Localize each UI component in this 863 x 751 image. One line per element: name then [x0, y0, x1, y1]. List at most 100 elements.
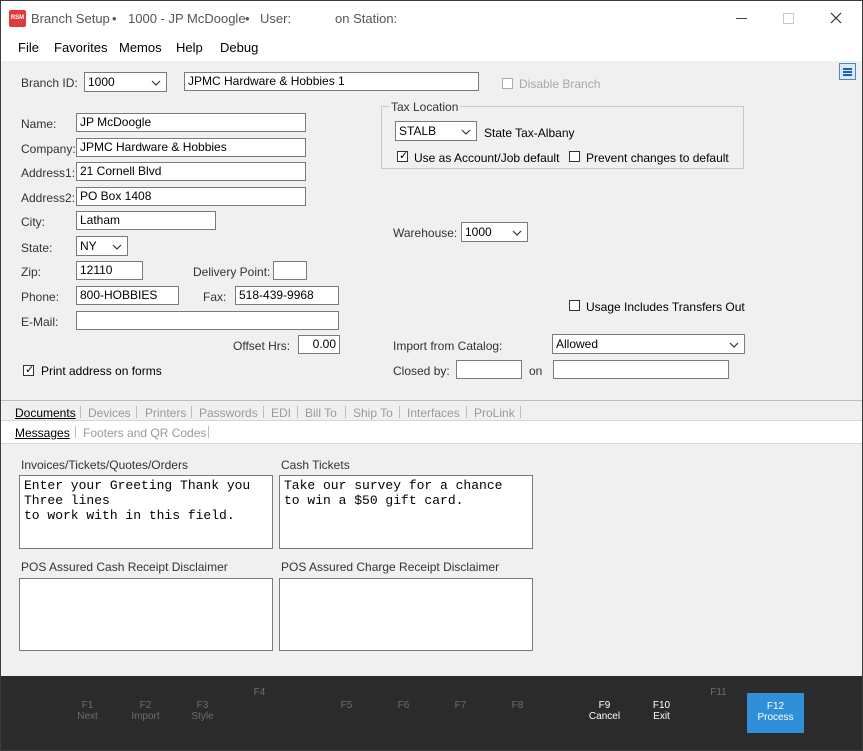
tab-prolink[interactable]: ProLink [474, 406, 515, 420]
tab-messages[interactable]: Messages [15, 426, 70, 440]
f12-process-button[interactable]: F12 Process [747, 693, 804, 733]
f6-button[interactable]: F6 [375, 694, 432, 736]
close-button[interactable] [821, 7, 851, 29]
warehouse-select[interactable]: 1000 [461, 222, 528, 242]
tab-documents[interactable]: Documents [15, 406, 76, 420]
on-label: on [529, 364, 543, 378]
fkey-label: Style [191, 711, 214, 722]
branch-setup-window: RSM Branch Setup • 1000 - JP McDoogle • … [0, 0, 863, 751]
cash-tickets-label: Cash Tickets [281, 458, 350, 472]
company-field[interactable]: JPMC Hardware & Hobbies [76, 138, 306, 157]
tab-edi[interactable]: EDI [271, 406, 291, 420]
branch-name-field[interactable]: JPMC Hardware & Hobbies 1 [184, 72, 479, 91]
cash-receipt-disclaimer-field[interactable] [19, 578, 273, 651]
tab-divider [136, 406, 137, 418]
name-field[interactable]: JP McDoogle [76, 113, 306, 132]
import-catalog-select[interactable]: Allowed [552, 334, 745, 354]
fkey-label: Exit [653, 711, 670, 722]
close-icon [830, 12, 842, 24]
city-field[interactable]: Latham [76, 211, 216, 230]
tax-location-value: STALB [399, 124, 437, 138]
usage-transfers-checkbox[interactable] [569, 300, 580, 311]
fkey-code: F2 [139, 700, 152, 711]
email-field[interactable] [76, 311, 339, 330]
disable-branch-label: Disable Branch [519, 77, 601, 91]
address1-field[interactable]: 21 Cornell Blvd [76, 162, 306, 181]
f2-import-button[interactable]: F2 Import [117, 694, 174, 736]
charge-receipt-disclaimer-field[interactable] [279, 578, 533, 651]
invoices-message-label: Invoices/Tickets/Quotes/Orders [21, 458, 188, 472]
f10-exit-button[interactable]: F10 Exit [633, 694, 690, 736]
fax-label: Fax: [203, 290, 227, 304]
window-title: Branch Setup [31, 11, 110, 26]
f5-button[interactable]: F5 [318, 694, 375, 736]
fkey-label: Import [131, 711, 160, 722]
invoices-message-field[interactable]: Enter your Greeting Thank you Three line… [19, 475, 273, 549]
delivery-point-field[interactable] [273, 261, 307, 280]
title-separator: • [112, 11, 117, 26]
address2-label: Address2: [21, 191, 76, 205]
checkmark-icon: ✓ [399, 150, 409, 162]
maximize-button[interactable] [773, 7, 803, 29]
cash-tickets-field[interactable]: Take our survey for a chance to win a $5… [279, 475, 533, 549]
f4-button[interactable]: F4 [231, 681, 288, 723]
menu-debug[interactable]: Debug [220, 40, 258, 55]
tab-footers-qr[interactable]: Footers and QR Codes [83, 426, 206, 440]
f1-next-button[interactable]: F1 Next [59, 694, 116, 736]
tab-ship-to[interactable]: Ship To [353, 406, 393, 420]
closed-by-field[interactable] [456, 360, 522, 379]
f9-cancel-button[interactable]: F9 Cancel [576, 694, 633, 736]
tax-location-label: Tax Location [389, 100, 461, 114]
state-select[interactable]: NY [76, 236, 128, 256]
phone-field[interactable]: 800-HOBBIES [76, 286, 179, 305]
prevent-changes-label: Prevent changes to default [586, 151, 729, 165]
offset-hrs-field[interactable]: 0.00 [298, 335, 340, 354]
state-value: NY [80, 239, 97, 253]
menu-help[interactable]: Help [176, 40, 203, 55]
f3-style-button[interactable]: F3 Style [174, 694, 231, 736]
zip-label: Zip: [21, 265, 42, 279]
minimize-icon [736, 18, 747, 19]
delivery-point-label: Delivery Point: [193, 265, 271, 279]
f7-button[interactable]: F7 [432, 694, 489, 736]
address1-label: Address1: [21, 166, 76, 180]
email-label: E-Mail: [21, 315, 59, 329]
app-logo-icon: RSM [9, 10, 26, 27]
f11-button[interactable]: F11 [690, 681, 747, 723]
tax-location-select[interactable]: STALB [395, 121, 477, 141]
address2-field[interactable]: PO Box 1408 [76, 187, 306, 206]
fax-field[interactable]: 518-439-9968 [235, 286, 339, 305]
print-address-checkbox[interactable]: ✓ [23, 364, 35, 376]
zip-field[interactable]: 12110 [76, 261, 143, 280]
use-default-checkbox[interactable]: ✓ [397, 150, 409, 162]
f8-button[interactable]: F8 [489, 694, 546, 736]
menu-memos[interactable]: Memos [119, 40, 162, 55]
tab-divider [297, 406, 298, 418]
fkey-code: F10 [652, 700, 671, 711]
tax-description: State Tax-Albany [484, 126, 575, 140]
fkey-code: F6 [397, 700, 410, 711]
minimize-button[interactable] [727, 7, 757, 29]
on-date-field[interactable] [553, 360, 729, 379]
menu-favorites[interactable]: Favorites [54, 40, 107, 55]
tab-devices[interactable]: Devices [88, 406, 131, 420]
tab-bill-to[interactable]: Bill To [305, 406, 337, 420]
user-label: User: [260, 11, 292, 26]
fkey-code: F3 [196, 700, 209, 711]
prevent-changes-checkbox[interactable] [569, 151, 580, 162]
tab-interfaces[interactable]: Interfaces [407, 406, 460, 420]
import-catalog-label: Import from Catalog: [393, 339, 503, 353]
hamburger-icon [843, 68, 852, 76]
fkey-label: Process [757, 712, 794, 723]
menu-file[interactable]: File [18, 40, 39, 55]
disable-branch-checkbox[interactable] [502, 78, 513, 89]
tab-printers[interactable]: Printers [145, 406, 186, 420]
tab-passwords[interactable]: Passwords [199, 406, 258, 420]
closed-by-label: Closed by: [393, 364, 450, 378]
fkey-code: F12 [766, 701, 785, 712]
branch-id-select[interactable]: 1000 [84, 72, 167, 92]
station-label: on Station: [335, 11, 398, 26]
function-key-bar: F1 Next F2 Import F3 Style F4 F5 F6 F7 F8 F… [1, 676, 862, 750]
side-menu-button[interactable] [839, 63, 856, 80]
checkmark-icon: ✓ [25, 364, 35, 376]
